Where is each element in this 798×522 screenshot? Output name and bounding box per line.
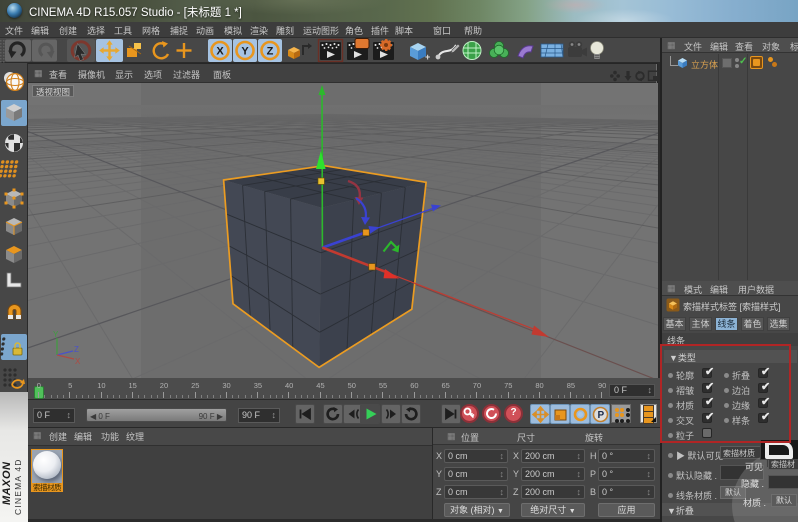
svg-text:Z: Z	[267, 46, 274, 58]
svg-text:Y: Y	[241, 46, 249, 58]
svg-text:Z: Z	[74, 345, 79, 354]
svg-text:X: X	[75, 357, 81, 366]
svg-text:Y: Y	[53, 330, 59, 339]
svg-text:X: X	[216, 46, 224, 58]
svg-text:P: P	[598, 410, 605, 421]
svg-text:+: +	[425, 52, 430, 62]
